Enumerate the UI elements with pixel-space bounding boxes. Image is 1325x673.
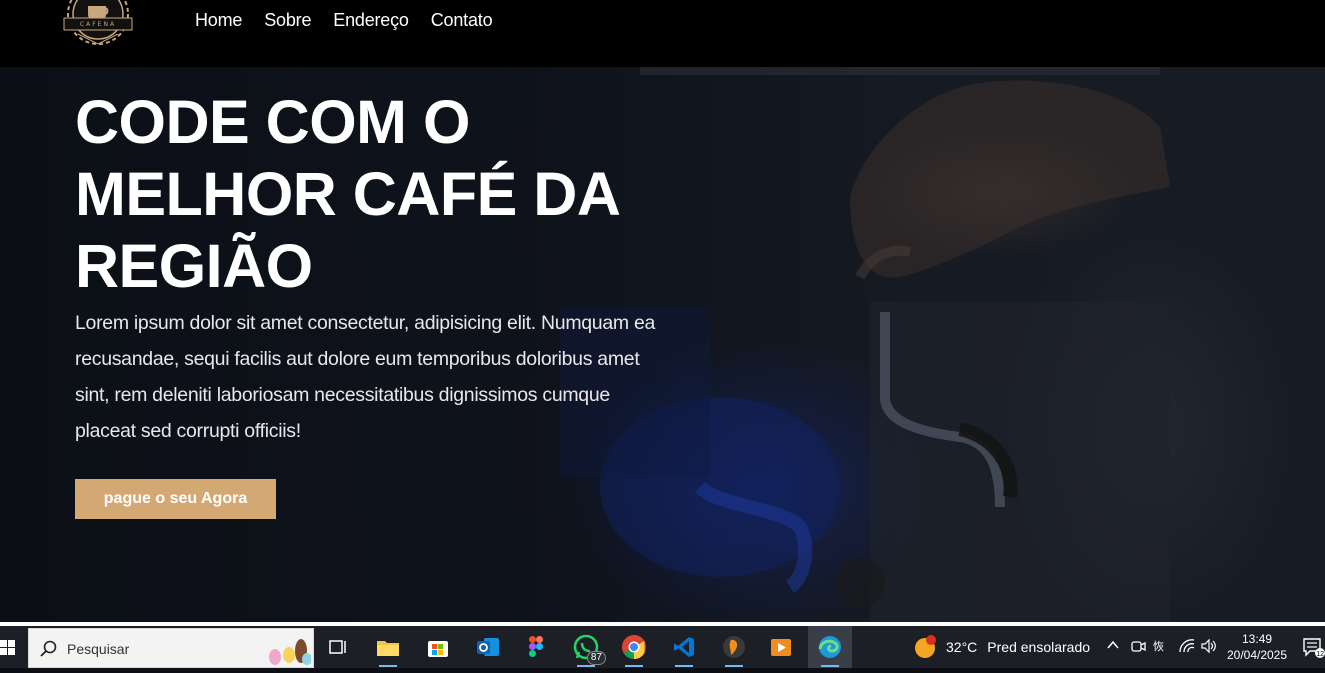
- cafena-logo[interactable]: CAFENA: [58, 0, 138, 50]
- search-icon: [40, 640, 57, 657]
- nav-link-contato[interactable]: Contato: [431, 10, 493, 31]
- active-indicator: [821, 665, 839, 667]
- store-button[interactable]: [416, 626, 460, 668]
- media-player-icon: [771, 639, 791, 656]
- start-button[interactable]: [0, 626, 26, 668]
- weather-widget[interactable]: 32°C Pred ensolarado: [912, 626, 1090, 668]
- figma-button[interactable]: [514, 626, 558, 668]
- active-indicator: [625, 665, 643, 667]
- hero-description: Lorem ipsum dolor sit amet consectetur, …: [75, 312, 656, 442]
- fl-studio-icon: [723, 636, 745, 658]
- windows-icon: [0, 640, 15, 655]
- pay-now-button[interactable]: pague o seu Agora: [75, 479, 276, 519]
- file-explorer-button[interactable]: [366, 626, 410, 668]
- vscode-button[interactable]: [662, 626, 706, 668]
- nav-links: Home Sobre Endereço Contato: [195, 10, 514, 31]
- notification-center-icon[interactable]: 12: [1303, 638, 1325, 658]
- chrome-icon: [622, 635, 646, 659]
- windows-taskbar: Pesquisar 87 32°C Pred ensolarado 恢 13:4…: [0, 626, 1325, 668]
- whatsapp-button[interactable]: 87: [564, 626, 608, 668]
- hero-section: CODE COM O MELHOR CAFÉ DA REGIÃO Lorem i…: [0, 67, 1325, 622]
- hero-title: CODE COM O MELHOR CAFÉ DA REGIÃO: [75, 88, 619, 300]
- fl-studio-button[interactable]: [712, 626, 756, 668]
- active-indicator: [577, 665, 595, 667]
- whatsapp-badge: 87: [586, 651, 606, 665]
- nav-link-endereco[interactable]: Endereço: [333, 10, 409, 31]
- microsoft-store-icon: [428, 641, 448, 657]
- media-player-button[interactable]: [759, 626, 803, 668]
- keyboard-layout-icon[interactable]: 恢: [1153, 638, 1171, 654]
- taskbar-search[interactable]: Pesquisar: [28, 628, 314, 668]
- svg-text:恢: 恢: [1153, 640, 1164, 653]
- figma-icon: [529, 636, 543, 657]
- outlook-icon: [477, 638, 499, 656]
- weather-temperature: 32°C: [946, 639, 978, 655]
- clock-time: 13:49: [1241, 632, 1273, 646]
- volume-icon[interactable]: [1200, 638, 1218, 654]
- active-indicator: [379, 665, 397, 667]
- chrome-button[interactable]: [612, 626, 656, 668]
- weather-sun-icon: [915, 635, 936, 658]
- chevron-up-icon[interactable]: [1106, 638, 1120, 652]
- logo-text: CAFENA: [79, 21, 117, 28]
- task-view-icon: [329, 640, 346, 654]
- nav-link-home[interactable]: Home: [195, 10, 242, 31]
- clock-date: 20/04/2025: [1226, 648, 1288, 662]
- system-clock[interactable]: 13:49 20/04/2025: [1222, 631, 1292, 663]
- meet-now-icon[interactable]: [1130, 638, 1146, 654]
- task-view-button[interactable]: [316, 626, 360, 668]
- active-indicator: [675, 665, 693, 667]
- nav-link-sobre[interactable]: Sobre: [264, 10, 311, 31]
- vscode-icon: [674, 637, 694, 657]
- edge-icon: [818, 636, 841, 658]
- notification-count: 12: [1316, 651, 1324, 658]
- wifi-icon[interactable]: [1178, 638, 1196, 654]
- weather-description: Pred ensolarado: [987, 639, 1091, 655]
- top-navbar: CAFENA Home Sobre Endereço Contato: [0, 0, 1325, 67]
- outlook-button[interactable]: [466, 626, 510, 668]
- edge-button[interactable]: [808, 626, 852, 668]
- search-placeholder: Pesquisar: [67, 641, 130, 657]
- file-explorer-icon: [377, 641, 399, 656]
- easter-eggs-icon: [269, 639, 311, 665]
- active-indicator: [725, 665, 743, 667]
